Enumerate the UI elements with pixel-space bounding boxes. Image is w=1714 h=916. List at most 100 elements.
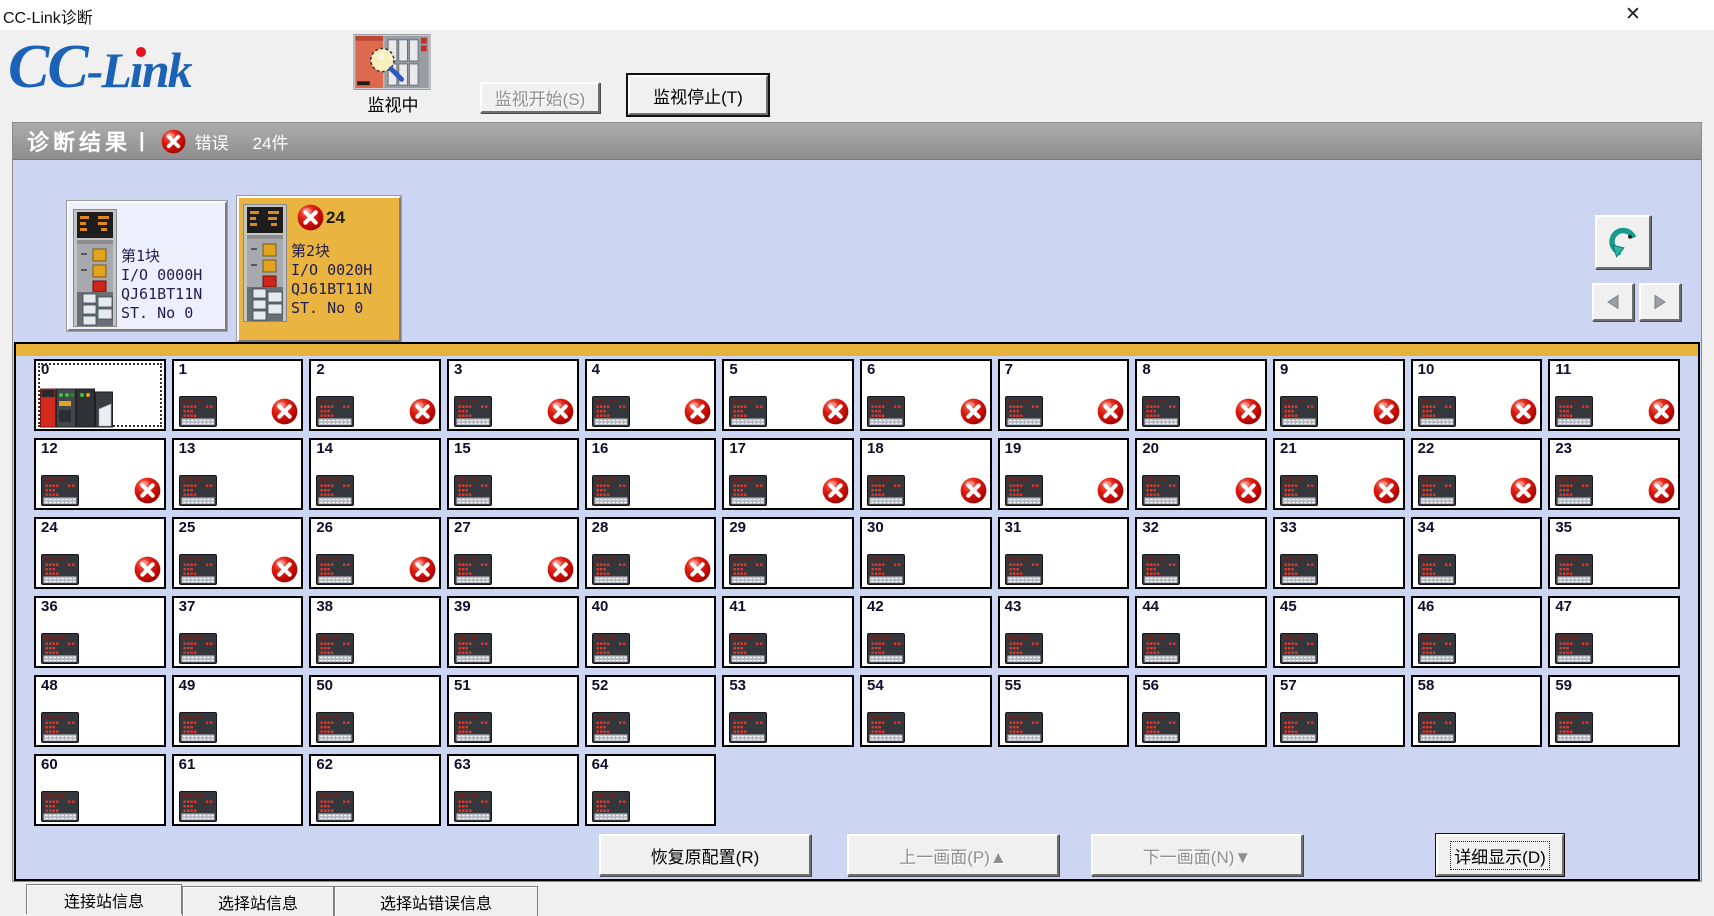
remote-station-icon [729,396,767,427]
station-cell[interactable]: 63 [447,754,579,826]
station-cell[interactable]: 1 [172,359,304,431]
station-number: 6 [867,361,875,378]
station-cell[interactable]: 53 [722,675,854,747]
station-cell[interactable]: 44 [1135,596,1267,668]
module-card-2-selected[interactable]: 24 第2块I/O 0020HQJ61BT11NST. No 0 [237,196,401,342]
tab-selected-station-error-info[interactable]: 选择站错误信息 [334,886,538,916]
station-cell[interactable]: 28 [585,517,717,589]
station-cell[interactable]: 18 [860,438,992,510]
station-cell[interactable]: 22 [1411,438,1543,510]
monitor-start-button[interactable]: 监视开始(S) [480,82,600,113]
station-number: 1 [179,361,187,378]
station-cell[interactable]: 30 [860,517,992,589]
monitor-stop-button[interactable]: 监视停止(T) [628,75,768,115]
station-cell[interactable]: 35 [1548,517,1680,589]
station-cell[interactable]: 42 [860,596,992,668]
station-cell[interactable]: 60 [34,754,166,826]
station-cell[interactable]: 23 [1548,438,1680,510]
station-cell[interactable]: 11 [1548,359,1680,431]
station-cell[interactable]: 32 [1135,517,1267,589]
restore-config-button[interactable]: 恢复原配置(R) [599,834,811,876]
station-cell[interactable]: 57 [1273,675,1405,747]
station-cell[interactable]: 37 [172,596,304,668]
station-cell[interactable]: 3 [447,359,579,431]
remote-station-icon [454,554,492,585]
station-cell[interactable]: 21 [1273,438,1405,510]
station-cell[interactable]: 40 [585,596,717,668]
station-cell[interactable]: 54 [860,675,992,747]
tab-selected-station-info[interactable]: 选择站信息 [182,886,334,916]
station-cell[interactable]: 17 [722,438,854,510]
station-cell[interactable]: 61 [172,754,304,826]
station-number: 44 [1142,598,1159,615]
tab-connected-station-info[interactable]: 连接站信息 [26,884,182,914]
station-error-icon [409,398,436,425]
refresh-button[interactable] [1595,215,1651,269]
station-cell[interactable]: 7 [998,359,1130,431]
station-cell[interactable]: 27 [447,517,579,589]
station-cell[interactable]: 52 [585,675,717,747]
station-cell[interactable]: 39 [447,596,579,668]
station-cell[interactable]: 58 [1411,675,1543,747]
remote-station-icon [316,633,354,664]
detail-display-button[interactable]: 详细显示(D) [1436,834,1564,876]
station-cell[interactable]: 25 [172,517,304,589]
station-cell[interactable]: 12 [34,438,166,510]
close-icon[interactable]: ✕ [1616,2,1650,28]
station-cell[interactable]: 49 [172,675,304,747]
station-cell[interactable]: 45 [1273,596,1405,668]
station-number: 13 [179,440,196,457]
station-cell[interactable]: 8 [1135,359,1267,431]
station-cell[interactable]: 5 [722,359,854,431]
station-cell[interactable]: 4 [585,359,717,431]
station-cell[interactable]: 6 [860,359,992,431]
station-cell[interactable]: 13 [172,438,304,510]
station-cell[interactable]: 43 [998,596,1130,668]
station-number: 19 [1005,440,1022,457]
station-cell[interactable]: 26 [309,517,441,589]
station-cell[interactable]: 16 [585,438,717,510]
station-cell[interactable]: 62 [309,754,441,826]
station-number: 64 [592,756,609,773]
scroll-right-button[interactable] [1639,283,1681,321]
remote-station-icon [1142,712,1180,743]
station-cell[interactable]: 14 [309,438,441,510]
station-cell[interactable]: 19 [998,438,1130,510]
station-cell[interactable]: 20 [1135,438,1267,510]
station-cell[interactable]: 24 [34,517,166,589]
station-cell[interactable]: 55 [998,675,1130,747]
station-cell[interactable]: 38 [309,596,441,668]
station-cell[interactable]: 2 [309,359,441,431]
scroll-left-button[interactable] [1592,283,1634,321]
station-cell[interactable]: 64 [585,754,717,826]
station-cell[interactable]: 33 [1273,517,1405,589]
station-cell[interactable]: 34 [1411,517,1543,589]
module-card-1[interactable]: 第1块I/O 0000HQJ61BT11NST. No 0 [67,201,227,331]
station-cell[interactable]: 51 [447,675,579,747]
remote-station-icon [1005,712,1043,743]
station-cell[interactable]: 10 [1411,359,1543,431]
station-error-icon [1097,398,1124,425]
remote-station-icon [454,475,492,506]
remote-station-icon [1418,633,1456,664]
station-cell[interactable]: 29 [722,517,854,589]
station-cell[interactable]: 41 [722,596,854,668]
station-cell[interactable]: 56 [1135,675,1267,747]
station-number: 25 [179,519,196,536]
station-cell[interactable]: 31 [998,517,1130,589]
master-station-cell[interactable]: 0 [34,359,166,431]
next-screen-button[interactable]: 下一画面(N)▼ [1091,834,1303,876]
station-cell[interactable]: 46 [1411,596,1543,668]
station-cell[interactable]: 50 [309,675,441,747]
station-number: 20 [1142,440,1159,457]
station-error-icon [1373,477,1400,504]
station-cell[interactable]: 48 [34,675,166,747]
remote-station-icon [1005,396,1043,427]
station-cell[interactable]: 36 [34,596,166,668]
station-cell[interactable]: 47 [1548,596,1680,668]
previous-screen-button[interactable]: 上一画面(P)▲ [847,834,1059,876]
station-cell[interactable]: 15 [447,438,579,510]
station-cell[interactable]: 9 [1273,359,1405,431]
remote-station-icon [729,712,767,743]
station-cell[interactable]: 59 [1548,675,1680,747]
